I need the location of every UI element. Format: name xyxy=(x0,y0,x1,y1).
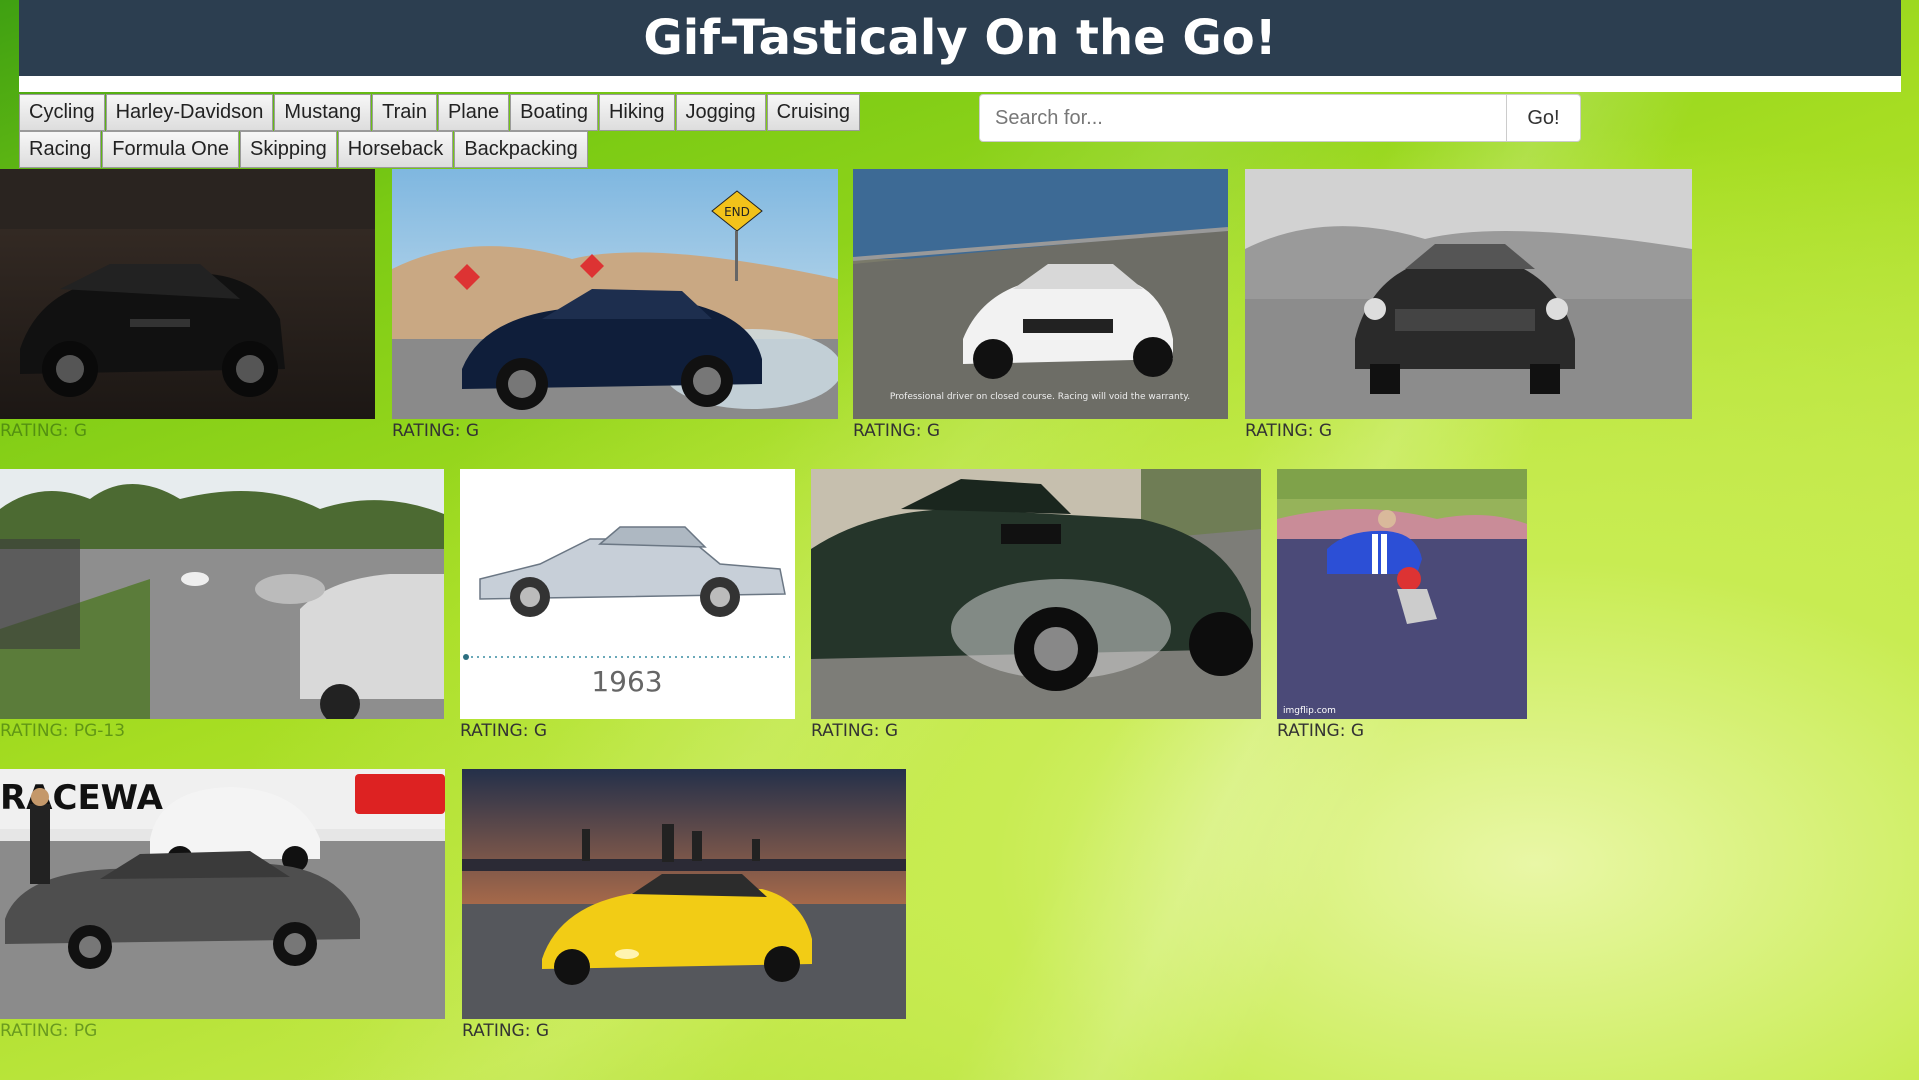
watermark-text: imgflip.com xyxy=(1283,706,1336,716)
topic-button-bar: Cycling Harley-Davidson Mustang Train Pl… xyxy=(19,94,935,168)
gif-card[interactable]: RATING: PG-13 xyxy=(0,469,444,751)
year-label-text: 1963 xyxy=(591,665,662,698)
topic-button-jogging[interactable]: Jogging xyxy=(675,94,766,131)
gif-card[interactable]: RATING: G xyxy=(462,769,906,1051)
topic-button-boating[interactable]: Boating xyxy=(510,94,598,131)
gif-card[interactable]: RACEWA RATING: PG xyxy=(0,769,445,1051)
gif-image-white-mustang[interactable]: Professional driver on closed course. Ra… xyxy=(853,169,1228,419)
topic-button-harley-davidson[interactable]: Harley-Davidson xyxy=(105,94,274,131)
gif-rating: RATING: G xyxy=(811,721,899,741)
topic-button-cycling[interactable]: Cycling xyxy=(19,94,105,131)
gif-image-kid-toy-car[interactable]: imgflip.com xyxy=(1277,469,1527,719)
gif-rating: RATING: G xyxy=(1245,421,1333,441)
gif-card[interactable]: END RATING: G xyxy=(392,169,838,451)
gif-image-vintage-mustang-bw[interactable] xyxy=(1245,169,1692,419)
topic-button-train[interactable]: Train xyxy=(372,94,437,131)
gif-rating: RATING: G xyxy=(1277,721,1365,741)
search-input[interactable] xyxy=(979,94,1507,142)
gif-rating: RATING: G xyxy=(460,721,548,741)
topic-button-racing[interactable]: Racing xyxy=(19,131,102,168)
gif-card[interactable]: imgflip.com RATING: G xyxy=(1277,469,1527,751)
page-title: Gif-Tasticaly On the Go! xyxy=(643,10,1277,66)
header-banner: Gif-Tasticaly On the Go! xyxy=(19,0,1901,76)
gif-card[interactable]: RATING: G xyxy=(1245,169,1692,451)
gif-disclaimer-text: Professional driver on closed course. Ra… xyxy=(890,392,1190,402)
gif-card[interactable]: RATING: G xyxy=(0,169,375,451)
gif-image-yellow-mustang-sunset[interactable] xyxy=(462,769,906,1019)
topic-button-hiking[interactable]: Hiking xyxy=(598,94,675,131)
gif-rating: RATING: G xyxy=(462,1021,550,1041)
topic-button-cruising[interactable]: Cruising xyxy=(766,94,860,131)
gif-rating: RATING: PG xyxy=(0,1021,98,1041)
gif-card[interactable]: RATING: G xyxy=(811,469,1261,751)
app-header: Gif-Tasticaly On the Go! xyxy=(19,0,1901,92)
gif-image-blue-mustang-burnout[interactable]: END xyxy=(392,169,838,419)
gif-card[interactable]: Professional driver on closed course. Ra… xyxy=(853,169,1228,451)
gif-rating: RATING: G xyxy=(392,421,480,441)
gif-image-black-mustang[interactable] xyxy=(0,169,375,419)
gif-image-drag-race[interactable]: RACEWA xyxy=(0,769,445,1019)
topic-button-plane[interactable]: Plane xyxy=(437,94,510,131)
gif-rating: RATING: G xyxy=(853,421,941,441)
topic-button-skipping[interactable]: Skipping xyxy=(239,131,337,168)
topic-button-backpacking[interactable]: Backpacking xyxy=(454,131,588,168)
topic-button-mustang[interactable]: Mustang xyxy=(274,94,372,131)
gif-image-green-fastback-burnout[interactable] xyxy=(811,469,1261,719)
gif-image-1963-mustang-illustration[interactable]: 1963 xyxy=(460,469,795,719)
search-go-button[interactable]: Go! xyxy=(1507,94,1581,142)
end-sign-text: END xyxy=(724,205,750,219)
gif-image-street-crash[interactable] xyxy=(0,469,444,719)
gif-rating: RATING: PG-13 xyxy=(0,721,126,741)
gif-card[interactable]: 1963 RATING: G xyxy=(460,469,795,751)
gif-rating: RATING: G xyxy=(0,421,88,441)
search-form: Go! xyxy=(979,94,1581,142)
topic-button-formula-one[interactable]: Formula One xyxy=(102,131,239,168)
topic-button-horseback[interactable]: Horseback xyxy=(337,131,454,168)
raceway-banner-text: RACEWA xyxy=(0,778,164,818)
